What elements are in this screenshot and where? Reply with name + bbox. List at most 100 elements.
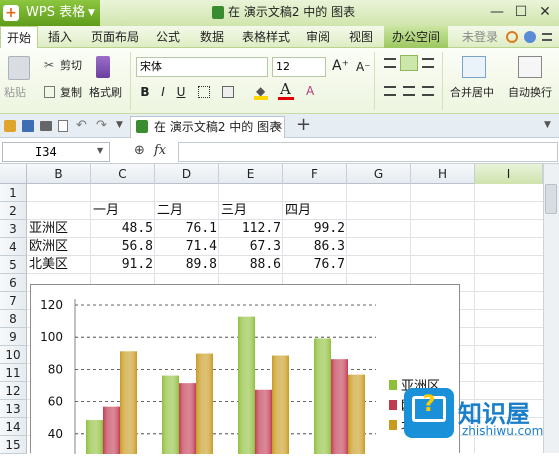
cell-e4[interactable]: 67.3 xyxy=(219,238,281,256)
column-header-h[interactable]: H xyxy=(411,164,475,184)
close-tab-icon[interactable]: ✕ xyxy=(274,116,283,138)
insert-function-button[interactable]: fx xyxy=(154,143,166,158)
cell-d2[interactable]: 二月 xyxy=(157,202,183,220)
minimize-button[interactable]: — xyxy=(488,3,506,21)
merge-center-icon[interactable] xyxy=(462,56,486,78)
row-header[interactable]: 15 xyxy=(0,436,27,454)
column-header-c[interactable]: C xyxy=(91,164,155,184)
row-header[interactable]: 1 xyxy=(0,184,27,202)
print-icon[interactable] xyxy=(40,121,52,131)
column-header-e[interactable]: E xyxy=(219,164,283,184)
cell-d4[interactable]: 71.4 xyxy=(155,238,217,256)
font-name-select[interactable]: 宋体 xyxy=(136,57,268,77)
cell-c5[interactable]: 91.2 xyxy=(91,256,153,274)
column-header-f[interactable]: F xyxy=(283,164,347,184)
paste-button[interactable]: 粘贴 xyxy=(4,86,26,100)
tab-office-space[interactable]: 办公空间 xyxy=(384,26,449,48)
scissors-icon[interactable]: ✂ xyxy=(44,58,54,72)
copy-button[interactable]: 复制 xyxy=(60,86,82,100)
wrap-text-icon[interactable] xyxy=(518,56,542,78)
align-middle-icon[interactable] xyxy=(400,55,418,71)
row-header[interactable]: 11 xyxy=(0,364,27,382)
row-header[interactable]: 5 xyxy=(0,256,27,274)
row-header[interactable]: 2 xyxy=(0,202,27,220)
collapse-ribbon-icon[interactable] xyxy=(542,33,552,41)
cell-f2[interactable]: 四月 xyxy=(285,202,311,220)
save-icon[interactable] xyxy=(22,120,34,132)
tab-formulas[interactable]: 公式 xyxy=(156,26,180,48)
underline-button[interactable]: U xyxy=(174,84,188,100)
cut-button[interactable]: 剪切 xyxy=(60,59,82,73)
cell-c4[interactable]: 56.8 xyxy=(91,238,153,256)
refresh-icon[interactable] xyxy=(506,31,518,43)
align-top-icon[interactable] xyxy=(384,58,396,68)
cell-f3[interactable]: 99.2 xyxy=(283,220,345,238)
align-center-icon[interactable] xyxy=(403,86,415,96)
cell-e3[interactable]: 112.7 xyxy=(219,220,281,238)
cell-e2[interactable]: 三月 xyxy=(221,202,247,220)
row-header[interactable]: 8 xyxy=(0,310,27,328)
name-box-dropdown-icon[interactable]: ▼ xyxy=(97,146,103,155)
format-painter-icon[interactable] xyxy=(96,56,110,78)
cell-f4[interactable]: 86.3 xyxy=(283,238,345,256)
close-button[interactable]: ✕ xyxy=(536,3,554,21)
row-header[interactable]: 14 xyxy=(0,418,27,436)
app-menu-caret-icon[interactable]: ▼ xyxy=(88,0,95,26)
row-header[interactable]: 4 xyxy=(0,238,27,256)
shrink-font-button[interactable]: A⁻ xyxy=(356,60,371,74)
undo-icon[interactable]: ↶ xyxy=(76,118,87,133)
paste-icon[interactable] xyxy=(8,56,30,80)
cell-d5[interactable]: 89.8 xyxy=(155,256,217,274)
cell-d3[interactable]: 76.1 xyxy=(155,220,217,238)
cell-f5[interactable]: 76.7 xyxy=(283,256,345,274)
row-header[interactable]: 13 xyxy=(0,400,27,418)
maximize-button[interactable]: ☐ xyxy=(512,3,530,21)
select-all-corner[interactable] xyxy=(0,164,27,184)
row-header[interactable]: 10 xyxy=(0,346,27,364)
cell-e5[interactable]: 88.6 xyxy=(219,256,281,274)
tab-insert[interactable]: 插入 xyxy=(48,26,72,48)
align-bottom-icon[interactable] xyxy=(422,58,434,68)
tab-view[interactable]: 视图 xyxy=(349,26,373,48)
tab-table-style[interactable]: 表格样式 xyxy=(242,26,290,48)
borders-icon[interactable] xyxy=(198,86,210,98)
chart-object[interactable]: 120100806040亚洲区欧洲区北美区 xyxy=(30,284,460,454)
row-header[interactable]: 7 xyxy=(0,292,27,310)
cell-b4[interactable]: 欧洲区 xyxy=(29,238,68,256)
row-header[interactable]: 6 xyxy=(0,274,27,292)
tab-bar-menu-icon[interactable]: ▼ xyxy=(544,120,551,130)
clear-format-icon[interactable]: A xyxy=(306,84,314,98)
copy-icon[interactable] xyxy=(44,86,55,98)
italic-button[interactable]: I xyxy=(156,84,170,100)
open-folder-icon[interactable] xyxy=(4,120,16,132)
formula-input[interactable] xyxy=(178,142,558,162)
align-left-icon[interactable] xyxy=(384,86,396,96)
paint-bucket-icon[interactable]: ◆ xyxy=(256,84,265,98)
name-box[interactable]: I34 xyxy=(2,142,110,162)
merge-center-button[interactable]: 合并居中 xyxy=(450,86,494,100)
redo-icon[interactable]: ↷ xyxy=(96,118,107,133)
column-header-i[interactable]: I xyxy=(475,164,543,184)
row-header[interactable]: 3 xyxy=(0,220,27,238)
tab-page-layout[interactable]: 页面布局 xyxy=(91,26,139,48)
scrollbar-thumb[interactable] xyxy=(545,184,557,214)
print-preview-icon[interactable] xyxy=(58,120,68,132)
font-color-icon[interactable]: A xyxy=(280,80,291,98)
grow-font-button[interactable]: A⁺ xyxy=(332,59,349,73)
cell-style-icon[interactable] xyxy=(222,86,234,98)
column-header-b[interactable]: B xyxy=(27,164,91,184)
new-tab-button[interactable]: + xyxy=(296,112,311,138)
cell-c3[interactable]: 48.5 xyxy=(91,220,153,238)
align-right-icon[interactable] xyxy=(422,86,434,96)
cell-b5[interactable]: 北美区 xyxy=(29,256,68,274)
tab-data[interactable]: 数据 xyxy=(200,26,224,48)
cell-b3[interactable]: 亚洲区 xyxy=(29,220,68,238)
row-header[interactable]: 12 xyxy=(0,382,27,400)
login-link[interactable]: 未登录 xyxy=(462,26,498,48)
tab-start[interactable]: 开始 xyxy=(0,26,39,48)
bold-button[interactable]: B xyxy=(138,84,152,100)
cell-c2[interactable]: 一月 xyxy=(93,202,119,220)
format-painter-button[interactable]: 格式刷 xyxy=(89,86,122,100)
tab-review[interactable]: 审阅 xyxy=(306,26,330,48)
column-header-g[interactable]: G xyxy=(347,164,411,184)
